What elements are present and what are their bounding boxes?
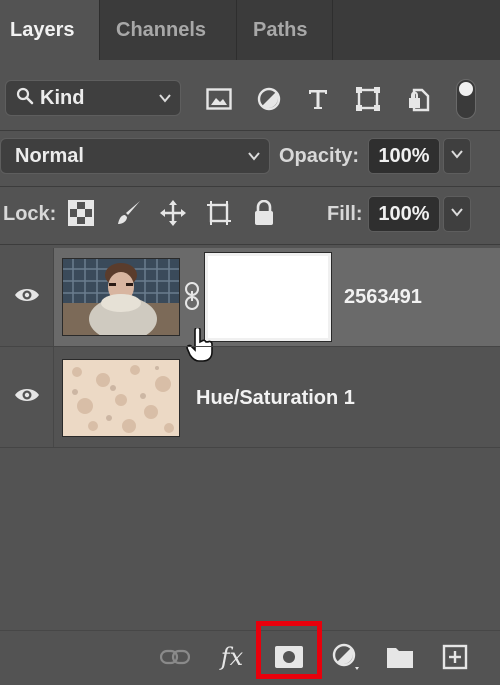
adjustment-filter-icon[interactable] (254, 84, 284, 114)
layer-style-fx-icon[interactable]: fx (214, 639, 250, 675)
mask-link-icon[interactable] (184, 281, 200, 316)
layer-name[interactable]: Hue/Saturation 1 (196, 387, 355, 410)
filter-kind-select[interactable]: Kind (5, 80, 181, 116)
image-filter-icon[interactable] (204, 84, 234, 114)
fill-input[interactable]: 100% (368, 196, 440, 232)
toggle-knob (459, 82, 473, 96)
link-layers-icon[interactable] (157, 639, 193, 675)
chevron-down-icon (450, 205, 464, 224)
visibility-toggle[interactable] (0, 248, 54, 346)
opacity-input[interactable]: 100% (368, 138, 440, 174)
lock-label: Lock: (3, 203, 57, 225)
new-layer-icon[interactable] (437, 639, 473, 675)
blend-mode-label: Normal (15, 144, 84, 167)
fill-label: Fill: (327, 203, 363, 225)
smart-object-filter-icon[interactable] (404, 84, 434, 114)
eye-icon[interactable] (14, 387, 40, 408)
lock-position-icon[interactable] (158, 198, 188, 228)
visibility-toggle[interactable] (0, 347, 54, 447)
highlight-box (256, 621, 322, 679)
eye-icon[interactable] (14, 287, 40, 308)
chevron-down-icon (158, 91, 172, 110)
tab-channels[interactable]: Channels (100, 0, 237, 60)
layer-mask-thumbnail[interactable] (205, 253, 331, 341)
adjustment-layer-icon[interactable] (328, 639, 364, 675)
fill-dropdown-button[interactable] (443, 196, 471, 232)
layer-thumbnail[interactable] (62, 258, 180, 336)
divider (0, 186, 500, 187)
divider (0, 244, 500, 245)
tab-layers[interactable]: Layers (0, 0, 100, 60)
layers-panel-footer: fx (0, 630, 500, 685)
shape-filter-icon[interactable] (353, 84, 383, 114)
fx-label: fx (220, 643, 244, 671)
search-icon (16, 87, 34, 110)
lock-artboard-icon[interactable] (204, 198, 234, 228)
lock-transparent-pixels-icon[interactable] (66, 198, 96, 228)
divider (0, 130, 500, 131)
layer-row[interactable]: Hue/Saturation 1 (0, 347, 500, 447)
layer-name[interactable]: 2563491 (344, 286, 422, 309)
lock-image-pixels-icon[interactable] (114, 198, 144, 228)
opacity-label: Opacity: (279, 145, 360, 167)
panel-tabs: Layers Channels Paths (0, 0, 500, 60)
layer-thumbnail[interactable] (62, 359, 180, 437)
filter-toggle-switch[interactable] (456, 79, 476, 119)
opacity-dropdown-button[interactable] (443, 138, 471, 174)
tab-paths[interactable]: Paths (237, 0, 333, 60)
blend-mode-select[interactable]: Normal (0, 138, 270, 174)
filter-kind-label: Kind (40, 86, 85, 109)
chevron-down-icon (450, 147, 464, 166)
lock-all-icon[interactable] (249, 198, 279, 228)
type-filter-icon[interactable] (303, 84, 333, 114)
chevron-down-icon (247, 149, 261, 168)
layer-row[interactable]: 2563491 (0, 248, 500, 362)
new-group-icon[interactable] (382, 639, 418, 675)
divider (0, 447, 500, 448)
